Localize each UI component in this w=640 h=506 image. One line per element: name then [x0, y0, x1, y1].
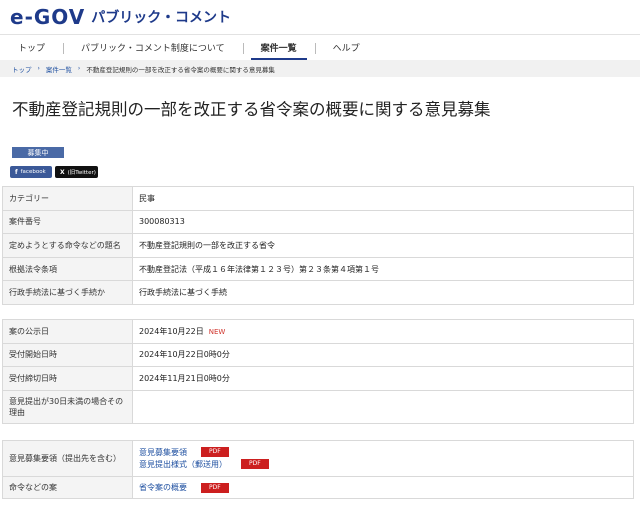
submission-form-link[interactable]: 意見提出様式（郵送用） — [139, 460, 227, 469]
table-row: 受付締切日時 2024年11月21日0時0分 — [2, 366, 634, 391]
guidelines-link[interactable]: 意見募集要領 — [139, 448, 187, 457]
table-row: 意見提出が30日未満の場合その理由 — [2, 389, 634, 424]
table-row: 受付開始日時 2024年10月22日0時0分 — [2, 342, 634, 368]
table-row: 案の公示日 2024年10月22日 NEW — [2, 319, 634, 344]
draft-label: 命令などの案 — [2, 476, 133, 499]
breadcrumb-current: 不動産登記規則の一部を改正する省令案の概要に関する意見募集 — [86, 65, 275, 74]
nav-item-cases[interactable]: 案件一覧 — [242, 35, 315, 61]
pdf-badge: PDF — [201, 447, 229, 457]
doc-link-row: 意見募集要領 PDF — [139, 447, 627, 459]
site-name: パブリック・コメント — [91, 10, 231, 26]
pdf-badge: PDF — [201, 482, 229, 493]
nav-item-top[interactable]: トップ — [0, 35, 63, 61]
site-header: e-GOV パブリック・コメント — [0, 0, 640, 34]
publish-date-label: 案の公示日 — [2, 319, 133, 344]
x-icon: X — [60, 168, 65, 176]
table-row: 定めようとする命令などの題名 不動産登記規則の一部を改正する省令 — [2, 233, 634, 258]
case-details-table: カテゴリー 民事 案件番号 300080313 定めようとする命令などの題名 不… — [2, 186, 634, 305]
draft-outline-link[interactable]: 省令案の概要 — [139, 483, 187, 492]
status-badge: 募集中 — [12, 147, 64, 158]
logo-text: e-GOV — [10, 5, 86, 29]
page-title: 不動産登記規則の一部を改正する省令案の概要に関する意見募集 — [12, 100, 491, 119]
start-date-label: 受付開始日時 — [2, 342, 133, 368]
row-value: 不動産登記規則の一部を改正する省令 — [132, 233, 634, 258]
facebook-icon: f — [15, 168, 18, 176]
x-share-label: (旧Twitter) — [67, 170, 96, 176]
row-label: 案件番号 — [2, 209, 133, 235]
breadcrumb-separator: › — [37, 65, 40, 72]
publish-date-value: 2024年10月22日 — [139, 326, 204, 336]
facebook-share-button[interactable]: f facebook — [10, 166, 52, 178]
row-label: 根拠法令条項 — [2, 256, 133, 282]
end-date-value: 2024年11月21日0時0分 — [132, 366, 634, 391]
documents-table: 意見募集要領（提出先を含む） 意見募集要領 PDF 意見提出様式（郵送用） PDF … — [2, 440, 634, 499]
x-share-button[interactable]: X (旧Twitter) — [55, 166, 98, 178]
row-value: 民事 — [132, 186, 634, 211]
facebook-share-label: facebook — [20, 169, 46, 175]
table-row: 意見募集要領（提出先を含む） 意見募集要領 PDF 意見提出様式（郵送用） PDF — [2, 440, 634, 477]
row-value: 不動産登記法（平成１６年法律第１２３号）第２３条第４項第１号 — [132, 256, 634, 282]
nav-item-help[interactable]: ヘルプ — [314, 35, 378, 61]
guidelines-links: 意見募集要領 PDF 意見提出様式（郵送用） PDF — [132, 440, 634, 477]
guidelines-label: 意見募集要領（提出先を含む） — [2, 440, 133, 477]
global-nav: トップ パブリック・コメント制度について 案件一覧 ヘルプ — [0, 34, 640, 61]
table-row: 行政手続法に基づく手続か 行政手続法に基づく手続 — [2, 280, 634, 305]
doc-link-row: 意見提出様式（郵送用） PDF — [139, 459, 627, 471]
breadcrumb-cases[interactable]: 案件一覧 — [46, 64, 72, 74]
pdf-badge: PDF — [241, 459, 269, 469]
start-date-value: 2024年10月22日0時0分 — [132, 342, 634, 368]
row-label: カテゴリー — [2, 186, 133, 211]
draft-links: 省令案の概要 PDF — [132, 476, 634, 499]
nav-item-about[interactable]: パブリック・コメント制度について — [63, 35, 243, 61]
row-label: 定めようとする命令などの題名 — [2, 233, 133, 258]
short-period-reason-value — [132, 389, 634, 424]
table-row: 根拠法令条項 不動産登記法（平成１６年法律第１２３号）第２３条第４項第１号 — [2, 256, 634, 282]
row-label: 行政手続法に基づく手続か — [2, 280, 133, 305]
breadcrumb: トップ › 案件一覧 › 不動産登記規則の一部を改正する省令案の概要に関する意見… — [0, 60, 640, 77]
publish-date-cell: 2024年10月22日 NEW — [132, 319, 634, 344]
new-badge: NEW — [208, 327, 226, 336]
row-value: 300080313 — [132, 209, 634, 235]
breadcrumb-separator: › — [77, 65, 81, 72]
table-row: 案件番号 300080313 — [2, 209, 634, 235]
schedule-table: 案の公示日 2024年10月22日 NEW 受付開始日時 2024年10月22日0… — [2, 319, 634, 424]
table-row: 命令などの案 省令案の概要 PDF — [2, 476, 634, 499]
table-row: カテゴリー 民事 — [2, 186, 634, 211]
breadcrumb-top[interactable]: トップ — [12, 64, 32, 74]
end-date-label: 受付締切日時 — [2, 366, 133, 391]
share-buttons: f facebook X (旧Twitter) — [10, 166, 98, 178]
egov-logo[interactable]: e-GOV パブリック・コメント — [10, 5, 231, 29]
short-period-reason-label: 意見提出が30日未満の場合その理由 — [2, 389, 133, 424]
row-value: 行政手続法に基づく手続 — [132, 280, 634, 305]
